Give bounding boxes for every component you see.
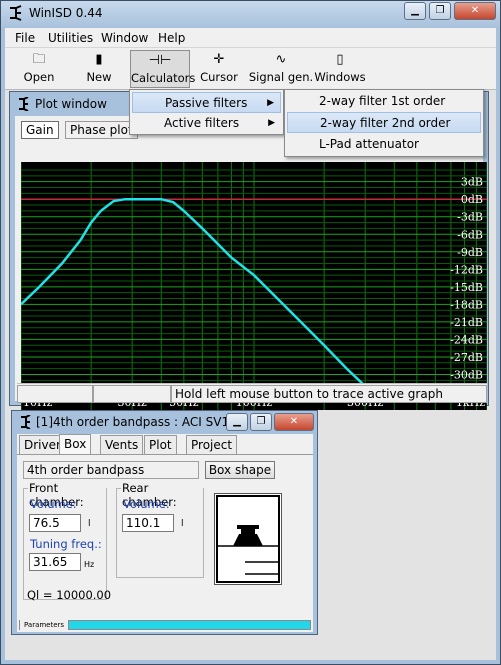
y-tick-label: -9dB [457,246,483,259]
new-document-icon: ▮ [95,52,103,67]
title-bar: WinISD 0.44 ▁ ❐ ✕ [1,1,500,27]
calculators-menu: Passive filters ▶ Active filters ▶ [129,89,284,135]
open-button[interactable]: 🗀 Open [19,50,59,88]
submenu-arrow-icon: ▶ [268,118,275,128]
status-message: Hold left mouse button to trace active g… [171,385,487,403]
rear-volume-unit: l [181,519,184,529]
y-tick-label: -15dB [450,281,483,294]
front-volume-label: Volume: [30,497,77,511]
tab-box[interactable]: Box [59,434,92,455]
menu-item-active-filters[interactable]: Active filters ▶ [132,113,281,134]
tab-divider [17,454,313,455]
gain-plot[interactable]: 3dB 0dB -3dB -6dB -9dB -12dB -15dB -18dB -21dB -2… [21,162,487,410]
ql-readout: Ql = 10000.00 [27,588,112,602]
calculators-button[interactable]: ⊣⊢ Calculators [130,50,195,88]
box-window-title: [1]4th order bandpass : ACI SV12 [36,415,237,429]
box-window: [1]4th order bandpass : ACI SV12 ▁ ❐ ✕ D… [11,410,318,635]
tab-gain[interactable]: Gain [21,121,59,139]
plot-window-body: Gain Phase plot 3dB 0dB -3dB -6dB -9dB -12dB -… [15,116,487,410]
menu-item-2way-1st[interactable]: 2-way filter 1st order [287,91,481,112]
new-label: New [86,70,112,84]
rear-volume-input[interactable]: 110.1 [122,514,174,532]
box-shape-button[interactable]: Box shape [205,461,275,479]
menu-help[interactable]: Help [158,31,185,45]
windows-button[interactable]: ▯ Windows [314,50,366,88]
y-tick-label: -21dB [450,316,483,329]
y-tick-label: -3dB [457,211,483,224]
status-cell-empty [17,385,93,403]
folder-icon: 🗀 [32,52,46,67]
new-button[interactable]: ▮ New [81,50,117,88]
maximize-button[interactable]: ❐ [429,2,451,20]
status-cell-empty-2 [93,385,171,403]
calculators-label: Calculators [131,71,196,85]
box-maximize-button[interactable]: ❐ [250,413,272,431]
submenu-arrow-icon: ▶ [267,98,274,108]
menu-item-passive-filters[interactable]: Passive filters ▶ [132,92,281,113]
windows-icon: ▯ [336,52,344,67]
box-window-body: Driver Box Vents Plot Project 4th order … [17,434,313,632]
rear-chamber-group: Rear chamber: Volume: 110.1 l [116,481,204,578]
open-label: Open [23,70,55,84]
front-volume-input[interactable]: 76.5 [29,514,81,532]
y-tick-label: -27dB [450,351,483,364]
tab-project[interactable]: Project [186,435,238,454]
tuning-freq-input[interactable]: 31.65 [29,553,81,571]
tuning-freq-label: Tuning freq.: [30,537,102,551]
menu-window[interactable]: Window [101,31,148,45]
app-title: WinISD 0.44 [29,6,103,20]
winisd-logo-icon [10,5,22,21]
box-window-icon [21,415,31,429]
bandpass-box-diagram [214,493,282,585]
menu-item-lpad[interactable]: L-Pad attenuator [287,134,481,155]
front-chamber-group: Front chamber: Volume: 76.5 l Tuning fre… [23,481,107,600]
tuning-freq-unit: Hz [84,560,95,569]
signal-generator-icon: ∿ [275,52,287,67]
box-diagram-drawing [216,495,280,583]
front-volume-unit: l [88,519,91,529]
tab-phase-plot[interactable]: Phase plot [65,121,138,139]
close-button[interactable]: ✕ [454,2,496,20]
tab-vents[interactable]: Vents [100,435,144,454]
cursor-icon: ✛ [213,52,225,67]
plot-status-bar: Hold left mouse button to trace active g… [17,383,487,403]
plot-window-icon [19,97,29,111]
y-tick-label: 0dB [461,193,483,206]
box-close-button[interactable]: ✕ [274,413,314,431]
signal-generator-label: Signal gen. [248,70,314,84]
y-tick-label: -12dB [450,263,483,276]
y-tick-label: -18dB [450,298,483,311]
toolbar: 🗀 Open ▮ New ⊣⊢ Calculators ✛ Cursor ∿ S… [5,48,496,90]
tab-plot[interactable]: Plot [144,435,177,454]
y-tick-label: -30dB [450,368,483,381]
menu-file[interactable]: File [15,31,35,45]
windows-label: Windows [314,70,366,84]
menu-item-2way-2nd[interactable]: 2-way filter 2nd order [287,112,481,133]
box-minimize-button[interactable]: ▁ [226,413,248,431]
passive-filters-submenu: 2-way filter 1st order 2-way filter 2nd … [284,89,484,157]
calculator-icon: ⊣⊢ [148,53,172,68]
menu-utilities[interactable]: Utilities [48,31,93,45]
active-filters-label: Active filters [164,116,240,130]
parameters-strip: Parameters [19,620,311,630]
parameters-tab[interactable]: Parameters [20,620,70,630]
y-tick-label: 3dB [461,176,483,189]
box-type-field[interactable]: 4th order bandpass [23,461,199,479]
rear-volume-label: Volume: [123,497,170,511]
minimize-button[interactable]: ▁ [404,2,426,20]
y-tick-label: -24dB [450,333,483,346]
cursor-button[interactable]: ✛ Cursor [198,50,240,88]
signal-generator-button[interactable]: ∿ Signal gen. [248,50,314,88]
app-window: WinISD 0.44 ▁ ❐ ✕ File Utilities Window … [0,0,501,665]
y-tick-label: -6dB [457,228,483,241]
cursor-label: Cursor [200,70,238,84]
passive-filters-label: Passive filters [165,96,248,110]
plot-window-title: Plot window [35,97,107,111]
menu-bar: File Utilities Window Help [5,28,496,48]
